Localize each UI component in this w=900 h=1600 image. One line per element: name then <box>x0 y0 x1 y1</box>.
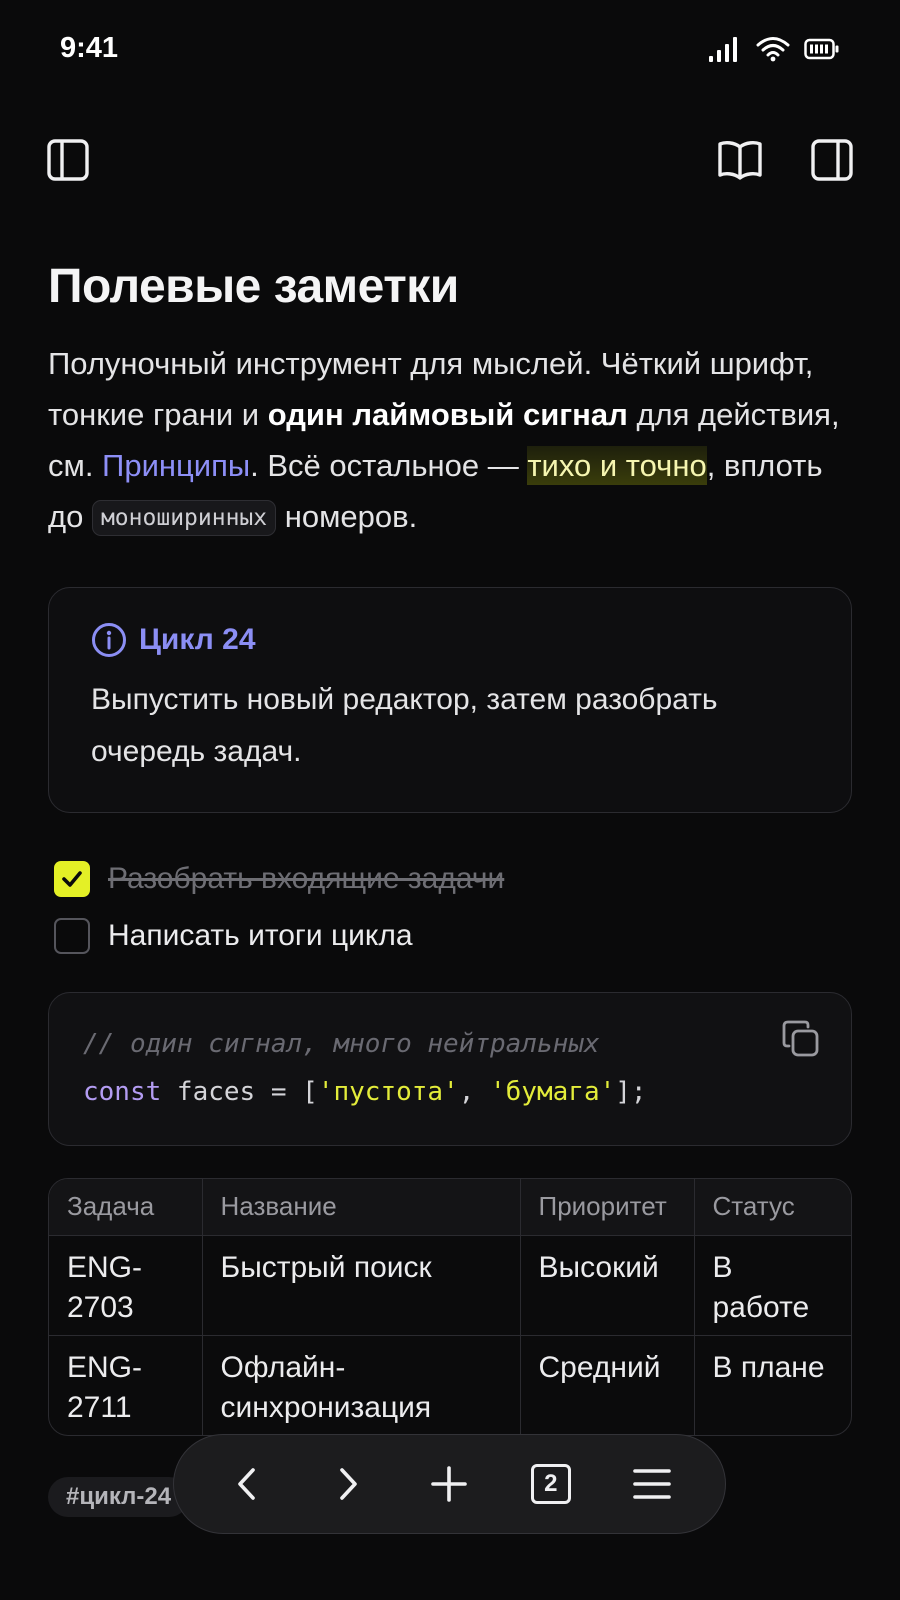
code-string: 'бумага' <box>490 1077 616 1107</box>
callout-header: Цикл 24 <box>91 622 256 658</box>
reader-button[interactable] <box>714 130 766 190</box>
callout-title: Цикл 24 <box>139 623 256 656</box>
inline-code: моноширинных <box>91 499 277 536</box>
column-header[interactable]: Задача <box>49 1179 203 1236</box>
new-tab-button[interactable] <box>417 1452 481 1516</box>
menu-button[interactable] <box>620 1452 684 1516</box>
task-item: Разобрать входящие задачи <box>54 850 504 907</box>
status-icons <box>708 36 840 62</box>
forward-button[interactable] <box>316 1452 380 1516</box>
book-icon <box>718 141 762 180</box>
checkmark-icon <box>62 870 82 887</box>
column-header[interactable]: Статус <box>694 1179 851 1236</box>
top-toolbar <box>0 130 900 194</box>
column-header[interactable]: Название <box>202 1179 521 1236</box>
battery-icon <box>804 38 839 60</box>
page-title: Полевые заметки <box>48 260 459 313</box>
back-button[interactable] <box>215 1452 279 1516</box>
task-checkbox-unchecked[interactable] <box>54 917 90 954</box>
tasks-table: Задача Название Приоритет Статус ENG-270… <box>48 1178 852 1436</box>
lead-highlight: тихо и точно <box>527 445 707 485</box>
task-item: Написать итоги цикла <box>54 907 504 964</box>
toggle-left-sidebar-button[interactable] <box>42 130 94 190</box>
code-keyword: const <box>83 1077 162 1107</box>
copy-icon <box>782 1020 819 1057</box>
code-punct: ]; <box>615 1077 647 1107</box>
code-line: const faces = ['пустота', 'бумага']; <box>83 1077 647 1107</box>
principles-link[interactable]: Принципы <box>102 448 250 483</box>
tab-count-badge: 2 <box>530 1464 571 1504</box>
lead-text: . Всё остальное — <box>250 447 528 483</box>
table-cell: ENG-2703 <box>49 1235 203 1336</box>
copy-code-button[interactable] <box>781 1019 821 1066</box>
table-header-row: Задача Название Приоритет Статус <box>49 1179 851 1236</box>
document-body: Полевые заметки Полуночный инструмент дл… <box>48 258 852 544</box>
task-list: Разобрать входящие задачи Написать итоги… <box>54 850 504 964</box>
table-cell: Высокий <box>520 1235 695 1336</box>
new-tab-icon <box>431 1466 468 1502</box>
forward-icon <box>340 1468 357 1500</box>
code-string: 'пустота' <box>317 1077 459 1107</box>
status-bar: 9:41 <box>0 0 900 100</box>
sidebar-left-icon <box>47 139 89 181</box>
task-checkbox-checked[interactable] <box>54 860 90 897</box>
tag-chip[interactable]: #цикл-24 <box>48 1477 190 1517</box>
sidebar-right-icon <box>811 139 853 181</box>
code-punct: , <box>458 1077 491 1107</box>
wifi-icon <box>756 37 790 62</box>
tabs-button[interactable]: 2 <box>519 1452 583 1516</box>
lead-text: номеров. <box>276 498 418 534</box>
lead-bold: один лаймовый сигнал <box>267 396 628 432</box>
lead-paragraph: Полуночный инструмент для мыслей. Чёткий… <box>48 338 852 544</box>
table-cell: Офлайн-синхронизация <box>202 1335 521 1435</box>
task-label: Написать итоги цикла <box>108 918 413 952</box>
column-header[interactable]: Приоритет <box>520 1179 695 1236</box>
status-time: 9:41 <box>60 32 119 64</box>
table-cell: В работе <box>694 1235 851 1336</box>
table: Задача Название Приоритет Статус ENG-270… <box>49 1179 851 1435</box>
table-row[interactable]: ENG-2711 Офлайн-синхронизация Средний В … <box>49 1335 851 1435</box>
info-icon <box>92 623 126 657</box>
code-comment: // один сигнал, много нейтральных <box>83 1029 600 1059</box>
toggle-right-sidebar-button[interactable] <box>806 130 858 190</box>
signal-icon <box>709 37 737 62</box>
menu-icon <box>633 1469 672 1499</box>
code-block: // один сигнал, много нейтральных const … <box>48 992 852 1146</box>
code-identifier: faces = [ <box>161 1077 318 1107</box>
bottom-toolbar: 2 <box>173 1434 726 1534</box>
table-cell: Средний <box>520 1335 695 1435</box>
back-icon <box>237 1468 255 1500</box>
task-label: Разобрать входящие задачи <box>108 861 505 895</box>
table-cell: Быстрый поиск <box>202 1235 521 1336</box>
table-cell: В плане <box>694 1335 851 1435</box>
callout-body: Выпустить новый редактор, затем разобрат… <box>91 683 718 768</box>
callout-card: Цикл 24 Выпустить новый редактор, затем … <box>48 587 852 813</box>
table-cell: ENG-2711 <box>49 1335 203 1435</box>
table-row[interactable]: ENG-2703 Быстрый поиск Высокий В работе <box>49 1235 851 1336</box>
